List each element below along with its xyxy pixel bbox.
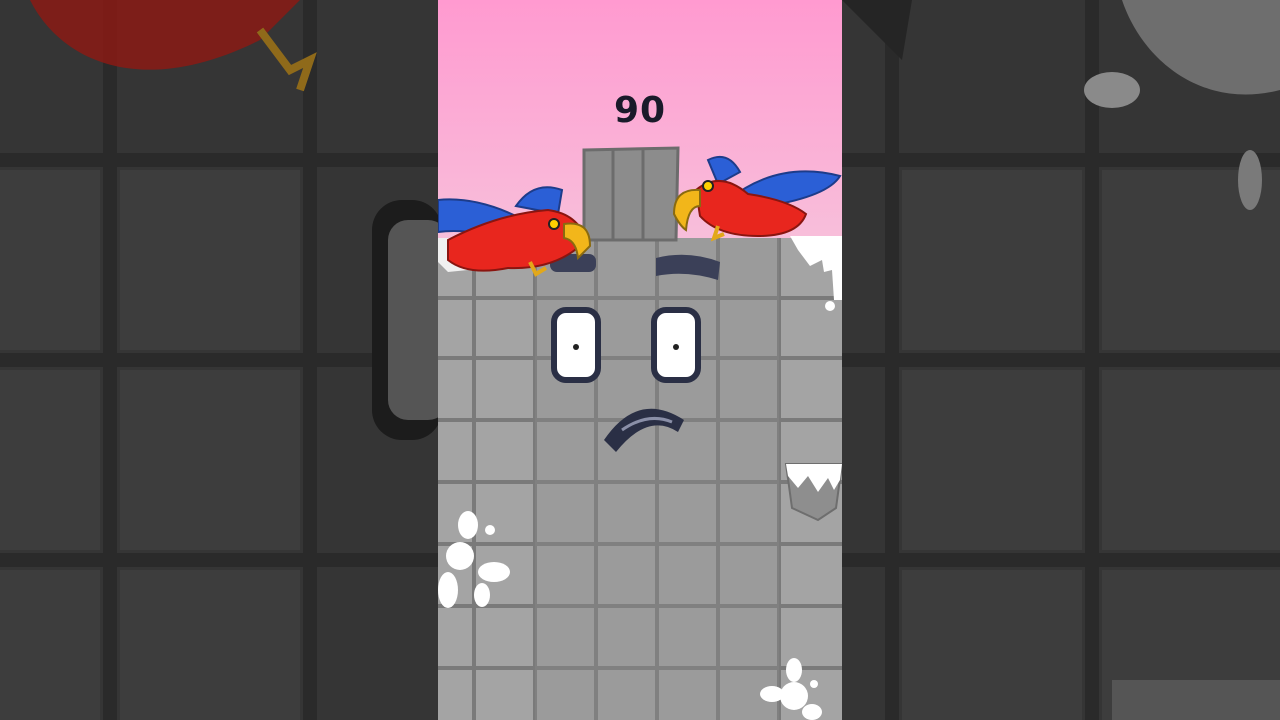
video-frame: 90 — [438, 0, 842, 720]
background-right — [842, 0, 1280, 720]
background-left-art — [0, 0, 438, 720]
number-block-body — [438, 238, 842, 720]
background-right-art — [842, 0, 1280, 720]
background-left — [0, 0, 438, 720]
number-counter: 90 — [613, 90, 667, 131]
hat-icon — [582, 146, 680, 242]
